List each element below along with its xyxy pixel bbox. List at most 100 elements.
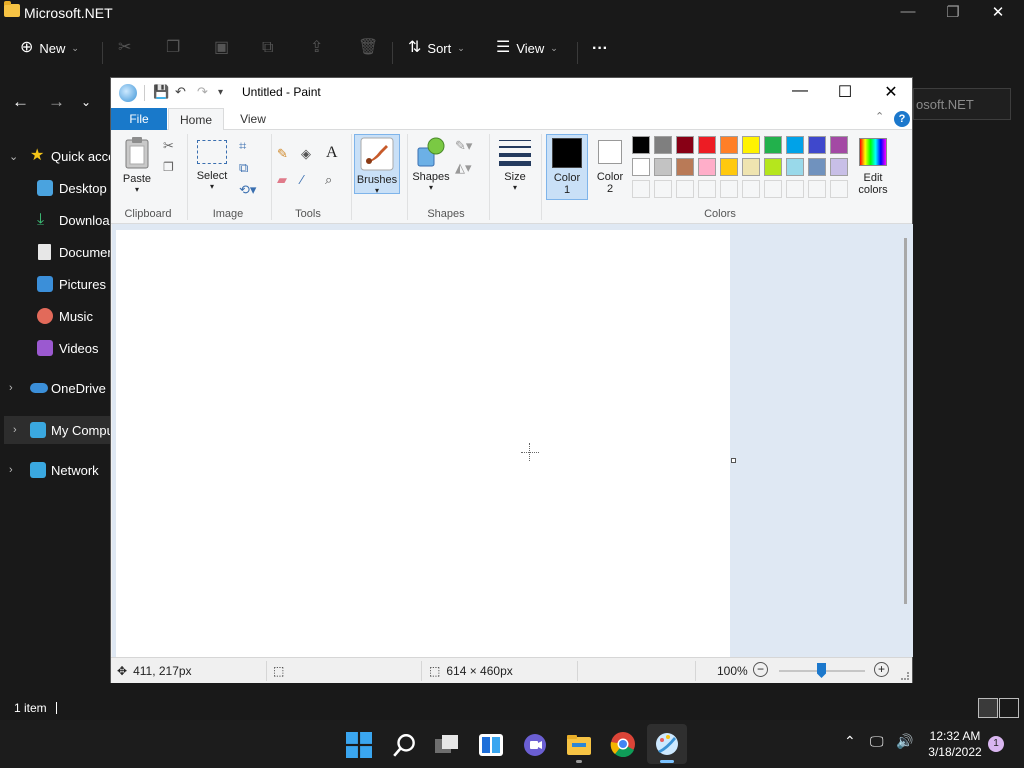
sidebar-item-documents[interactable]: Documen (0, 238, 110, 266)
palette-color-swatch[interactable] (676, 158, 694, 176)
color2-button[interactable]: Color 2 (591, 137, 629, 195)
notification-badge[interactable]: 1 (988, 736, 1004, 752)
paint-taskbar-icon[interactable] (654, 731, 680, 757)
zoom-out-button[interactable]: − (753, 662, 768, 677)
tiles-view-button[interactable] (999, 698, 1019, 718)
sidebar-item-network[interactable]: › Network (0, 456, 110, 484)
sidebar-item-music[interactable]: Music (0, 302, 110, 330)
custom-color-slot[interactable] (654, 180, 672, 198)
collapse-ribbon-icon[interactable]: ⌃ (875, 110, 884, 123)
sidebar-item-my-computer[interactable]: › My Compu (4, 416, 114, 444)
canvas-resize-handle[interactable] (731, 458, 736, 463)
palette-color-swatch[interactable] (808, 158, 826, 176)
custom-color-slot[interactable] (632, 180, 650, 198)
custom-color-slot[interactable] (676, 180, 694, 198)
sidebar-item-downloads[interactable]: ⤓ Download (0, 206, 110, 234)
eraser-icon[interactable]: ▰ (277, 172, 287, 188)
palette-color-swatch[interactable] (764, 136, 782, 154)
recent-chevron-icon[interactable]: ⌄ (81, 95, 91, 109)
widgets-icon[interactable] (478, 732, 504, 758)
tab-home[interactable]: Home (168, 108, 224, 131)
palette-color-swatch[interactable] (742, 136, 760, 154)
palette-color-swatch[interactable] (742, 158, 760, 176)
palette-color-swatch[interactable] (786, 136, 804, 154)
share-icon[interactable]: ⇪ (310, 40, 323, 56)
resize-icon[interactable]: ⧉ (239, 160, 248, 176)
minimize-button[interactable]: — (893, 3, 923, 20)
rename-icon[interactable]: ⧉ (262, 40, 273, 56)
size-button[interactable]: Size ▾ (495, 138, 535, 192)
brushes-button[interactable]: Brushes ▾ (354, 134, 400, 195)
more-options-button[interactable]: ··· (592, 40, 608, 58)
palette-color-swatch[interactable] (830, 158, 848, 176)
paste-icon[interactable]: ▣ (214, 40, 229, 56)
copy-icon[interactable]: ❐ (166, 40, 180, 56)
color1-button[interactable]: Color 1 (546, 134, 588, 200)
drawing-canvas[interactable] (116, 230, 730, 658)
palette-color-swatch[interactable] (632, 158, 650, 176)
palette-color-swatch[interactable] (676, 136, 694, 154)
search-icon[interactable] (392, 732, 418, 758)
paint-maximize-button[interactable]: ☐ (825, 82, 865, 102)
outline-icon[interactable]: ✎▾ (455, 138, 472, 154)
sidebar-item-videos[interactable]: Videos (0, 334, 110, 362)
custom-color-slot[interactable] (720, 180, 738, 198)
zoom-in-button[interactable]: + (874, 662, 889, 677)
tab-file[interactable]: File (111, 108, 167, 130)
select-button[interactable]: Select ▾ (195, 138, 229, 191)
fill-shape-icon[interactable]: ◭▾ (455, 160, 472, 176)
view-button[interactable]: ☰ View ⌄ (496, 40, 558, 56)
task-view-icon[interactable] (434, 732, 460, 758)
shapes-button[interactable]: Shapes ▾ (411, 136, 451, 192)
copy-icon[interactable]: ❐ (163, 160, 174, 174)
crop-icon[interactable]: ⌗ (239, 138, 246, 154)
text-tool-icon[interactable]: A (326, 144, 338, 162)
network-status-icon[interactable]: 🖵 (870, 733, 884, 750)
system-clock[interactable]: 12:32 AM 3/18/2022 (920, 728, 990, 760)
sidebar-item-onedrive[interactable]: › OneDrive (0, 374, 110, 402)
sidebar-item-desktop[interactable]: Desktop (0, 174, 110, 202)
redo-icon[interactable]: ↷ (197, 84, 208, 100)
vertical-scrollbar[interactable] (904, 238, 907, 604)
undo-icon[interactable]: ↶ (175, 84, 186, 100)
paint-app-icon[interactable] (119, 84, 137, 102)
back-arrow-icon[interactable]: ← (12, 92, 29, 112)
palette-color-swatch[interactable] (720, 136, 738, 154)
paint-close-button[interactable]: ✕ (871, 82, 911, 102)
palette-color-swatch[interactable] (632, 136, 650, 154)
zoom-slider-thumb[interactable] (817, 663, 826, 678)
palette-color-swatch[interactable] (786, 158, 804, 176)
details-view-button[interactable] (978, 698, 998, 718)
volume-icon[interactable]: 🔊 (896, 733, 913, 750)
customize-toolbar-icon[interactable]: ▾ (218, 87, 223, 98)
custom-color-slot[interactable] (698, 180, 716, 198)
fill-icon[interactable]: ◈ (301, 146, 311, 162)
custom-color-slot[interactable] (764, 180, 782, 198)
file-explorer-icon[interactable] (566, 732, 592, 758)
custom-color-slot[interactable] (786, 180, 804, 198)
start-icon[interactable] (346, 732, 372, 758)
show-hidden-icons-chevron-icon[interactable]: ⌃ (844, 733, 856, 750)
chrome-icon[interactable] (610, 731, 636, 757)
resize-grip[interactable] (901, 672, 909, 680)
new-button[interactable]: ⊕ New ⌄ (20, 40, 79, 56)
save-icon[interactable]: 💾 (153, 84, 169, 100)
edit-colors-button[interactable]: Edit colors (851, 138, 895, 196)
custom-color-slot[interactable] (742, 180, 760, 198)
paint-minimize-button[interactable]: — (780, 82, 820, 100)
address-bar[interactable]: osoft.NET (913, 88, 1011, 120)
custom-color-slot[interactable] (808, 180, 826, 198)
cut-icon[interactable]: ✂ (118, 40, 131, 56)
paste-button[interactable]: Paste ▾ (119, 136, 155, 194)
palette-color-swatch[interactable] (698, 136, 716, 154)
forward-arrow-icon[interactable]: → (48, 92, 65, 112)
palette-color-swatch[interactable] (654, 136, 672, 154)
sidebar-item-pictures[interactable]: Pictures (0, 270, 110, 298)
cut-icon[interactable]: ✂ (163, 138, 174, 154)
palette-color-swatch[interactable] (654, 158, 672, 176)
teams-chat-icon[interactable] (522, 732, 548, 758)
close-button[interactable]: ✕ (983, 3, 1013, 21)
color-picker-icon[interactable]: ⁄ (301, 172, 303, 187)
delete-icon[interactable]: 🗑 (358, 40, 378, 56)
palette-color-swatch[interactable] (698, 158, 716, 176)
